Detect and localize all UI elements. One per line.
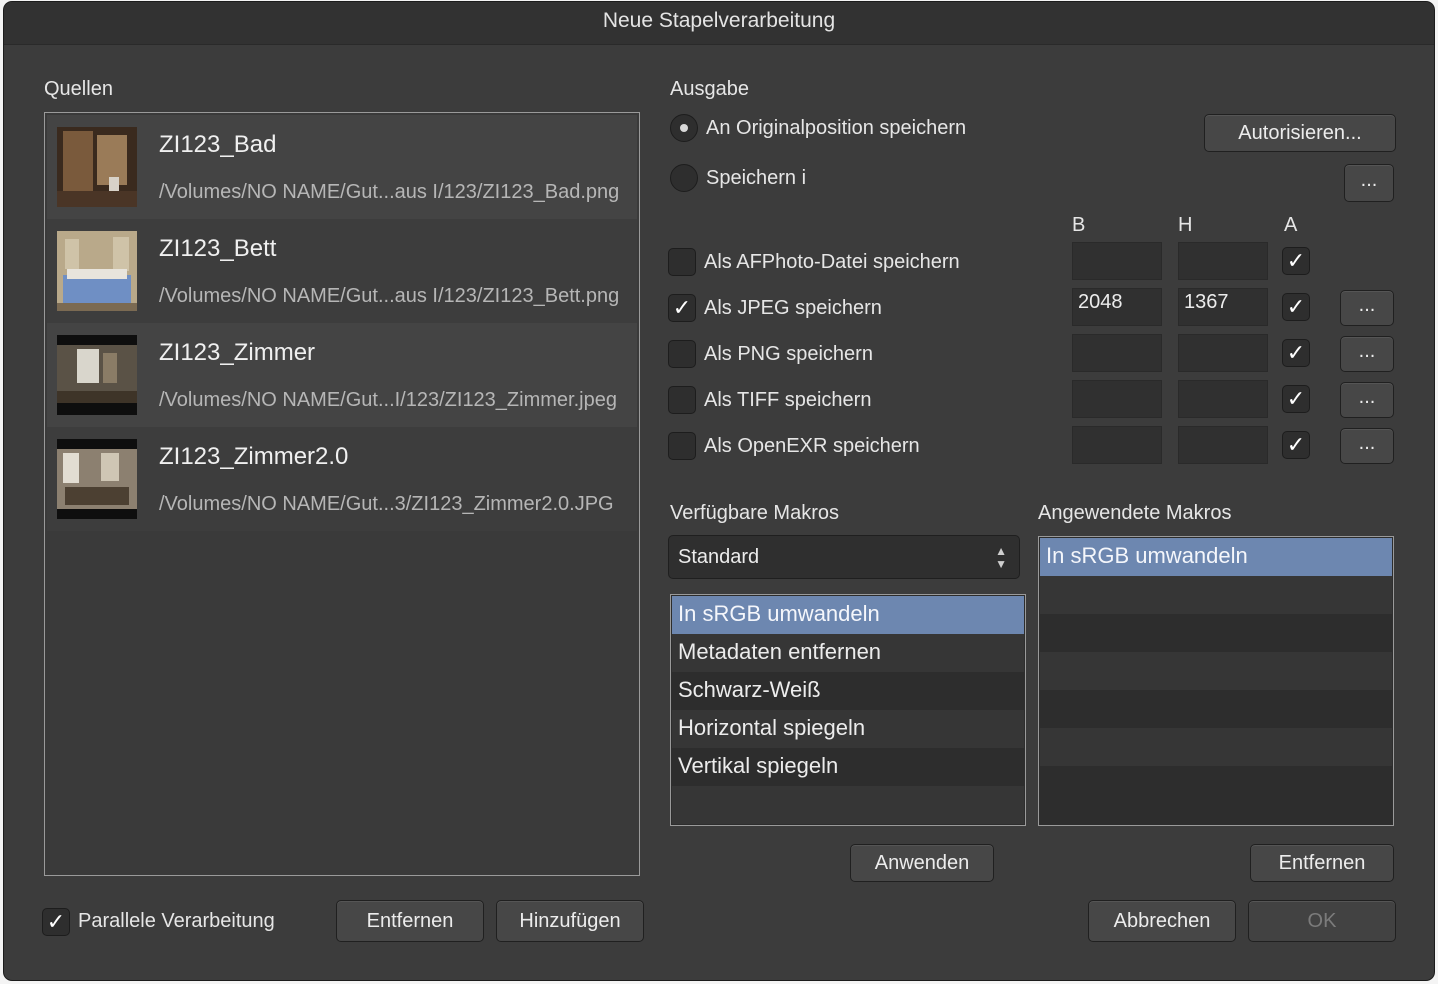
png-aspect-checkbox[interactable]: ✓ [1282,339,1310,367]
batch-dialog: Neue Stapelverarbeitung Quellen ZI123_Ba… [4,2,1434,980]
remove-source-button[interactable]: Entfernen [336,900,484,942]
afphoto-aspect-checkbox[interactable]: ✓ [1282,247,1310,275]
empty-row [1040,614,1392,652]
available-macro-item[interactable]: Metadaten entfernen [672,634,1024,672]
available-macros-list[interactable]: In sRGB umwandeln Metadaten entfernen Sc… [670,594,1026,826]
source-item[interactable]: ZI123_Zimmer2.0 /Volumes/NO NAME/Gut...3… [47,427,637,531]
macro-category-value: Standard [678,546,760,568]
png-width-field[interactable] [1072,334,1162,372]
source-path: /Volumes/NO NAME/Gut...3/ZI123_Zimmer2.0… [159,493,614,515]
jpeg-aspect-checkbox[interactable]: ✓ [1282,293,1310,321]
tiff-height-field[interactable] [1178,380,1268,418]
remove-macro-button[interactable]: Entfernen [1250,844,1394,882]
tiff-checkbox[interactable] [668,386,696,414]
openexr-width-field[interactable] [1072,426,1162,464]
source-name: ZI123_Bad [159,131,277,158]
thumbnail-image [57,439,137,519]
empty-row [1040,652,1392,690]
tiff-options-button[interactable]: ... [1340,382,1394,418]
afphoto-checkbox[interactable] [668,248,696,276]
source-path: /Volumes/NO NAME/Gut...I/123/ZI123_Zimme… [159,389,617,411]
width-column-header: B [1072,214,1086,236]
parallel-processing-label: Parallele Verarbeitung [78,910,275,932]
empty-row [672,786,1024,824]
openexr-height-field[interactable] [1178,426,1268,464]
openexr-options-button[interactable]: ... [1340,428,1394,464]
apply-macro-button[interactable]: Anwenden [850,844,994,882]
thumbnail-image [57,127,137,207]
add-source-button[interactable]: Hinzufügen [496,900,644,942]
browse-folder-button[interactable]: ... [1344,164,1394,202]
output-label: Ausgabe [670,78,749,100]
save-in-label: Speichern i [706,167,807,189]
source-item[interactable]: ZI123_Zimmer /Volumes/NO NAME/Gut...I/12… [47,323,637,427]
empty-row [1040,766,1392,824]
sources-label: Quellen [44,78,113,100]
jpeg-label: Als JPEG speichern [704,297,882,319]
ok-button[interactable]: OK [1248,900,1396,942]
empty-row [1040,690,1392,728]
chevron-updown-icon: ▲ ▼ [995,544,1007,571]
source-name: ZI123_Bett [159,235,277,262]
cancel-button[interactable]: Abbrechen [1088,900,1236,942]
parallel-processing-checkbox[interactable]: ✓ [42,908,70,936]
source-item[interactable]: ZI123_Bad /Volumes/NO NAME/Gut...aus I/1… [47,115,637,219]
available-macro-item[interactable]: Horizontal spiegeln [672,710,1024,748]
save-in-radio[interactable] [670,164,698,192]
png-options-button[interactable]: ... [1340,336,1394,372]
available-macros-label: Verfügbare Makros [670,502,839,524]
save-original-label: An Originalposition speichern [706,117,967,139]
save-original-radio[interactable] [670,114,698,142]
available-macro-item[interactable]: Schwarz-Weiß [672,672,1024,710]
available-macro-item[interactable]: Vertikal spiegeln [672,748,1024,786]
macro-category-select[interactable]: Standard ▲ ▼ [668,535,1020,579]
source-name: ZI123_Zimmer [159,339,316,366]
empty-row [1040,728,1392,766]
sources-list[interactable]: ZI123_Bad /Volumes/NO NAME/Gut...aus I/1… [44,112,640,876]
available-macro-item[interactable]: In sRGB umwandeln [672,596,1024,634]
jpeg-checkbox[interactable]: ✓ [668,294,696,322]
height-column-header: H [1178,214,1193,236]
openexr-aspect-checkbox[interactable]: ✓ [1282,431,1310,459]
aspect-column-header: A [1284,214,1298,236]
thumbnail-image [57,231,137,311]
png-height-field[interactable] [1178,334,1268,372]
png-label: Als PNG speichern [704,343,873,365]
png-checkbox[interactable] [668,340,696,368]
tiff-width-field[interactable] [1072,380,1162,418]
afphoto-width-field[interactable] [1072,242,1162,280]
tiff-label: Als TIFF speichern [704,389,872,411]
jpeg-options-button[interactable]: ... [1340,290,1394,326]
source-item[interactable]: ZI123_Bett /Volumes/NO NAME/Gut...aus I/… [47,219,637,323]
openexr-label: Als OpenEXR speichern [704,435,920,457]
tiff-aspect-checkbox[interactable]: ✓ [1282,385,1310,413]
afphoto-label: Als AFPhoto-Datei speichern [704,251,960,273]
source-name: ZI123_Zimmer2.0 [159,443,349,470]
applied-macro-item[interactable]: In sRGB umwandeln [1040,538,1392,576]
applied-macros-label: Angewendete Makros [1038,502,1232,524]
authorize-button[interactable]: Autorisieren... [1204,114,1396,152]
openexr-checkbox[interactable] [668,432,696,460]
source-path: /Volumes/NO NAME/Gut...aus I/123/ZI123_B… [159,285,620,307]
jpeg-height-field[interactable]: 1367 [1178,288,1268,326]
empty-row [1040,576,1392,614]
thumbnail-image [57,335,137,415]
dialog-title: Neue Stapelverarbeitung [4,2,1434,45]
applied-macros-list[interactable]: In sRGB umwandeln [1038,536,1394,826]
source-path: /Volumes/NO NAME/Gut...aus I/123/ZI123_B… [159,181,620,203]
afphoto-height-field[interactable] [1178,242,1268,280]
jpeg-width-field[interactable]: 2048 [1072,288,1162,326]
